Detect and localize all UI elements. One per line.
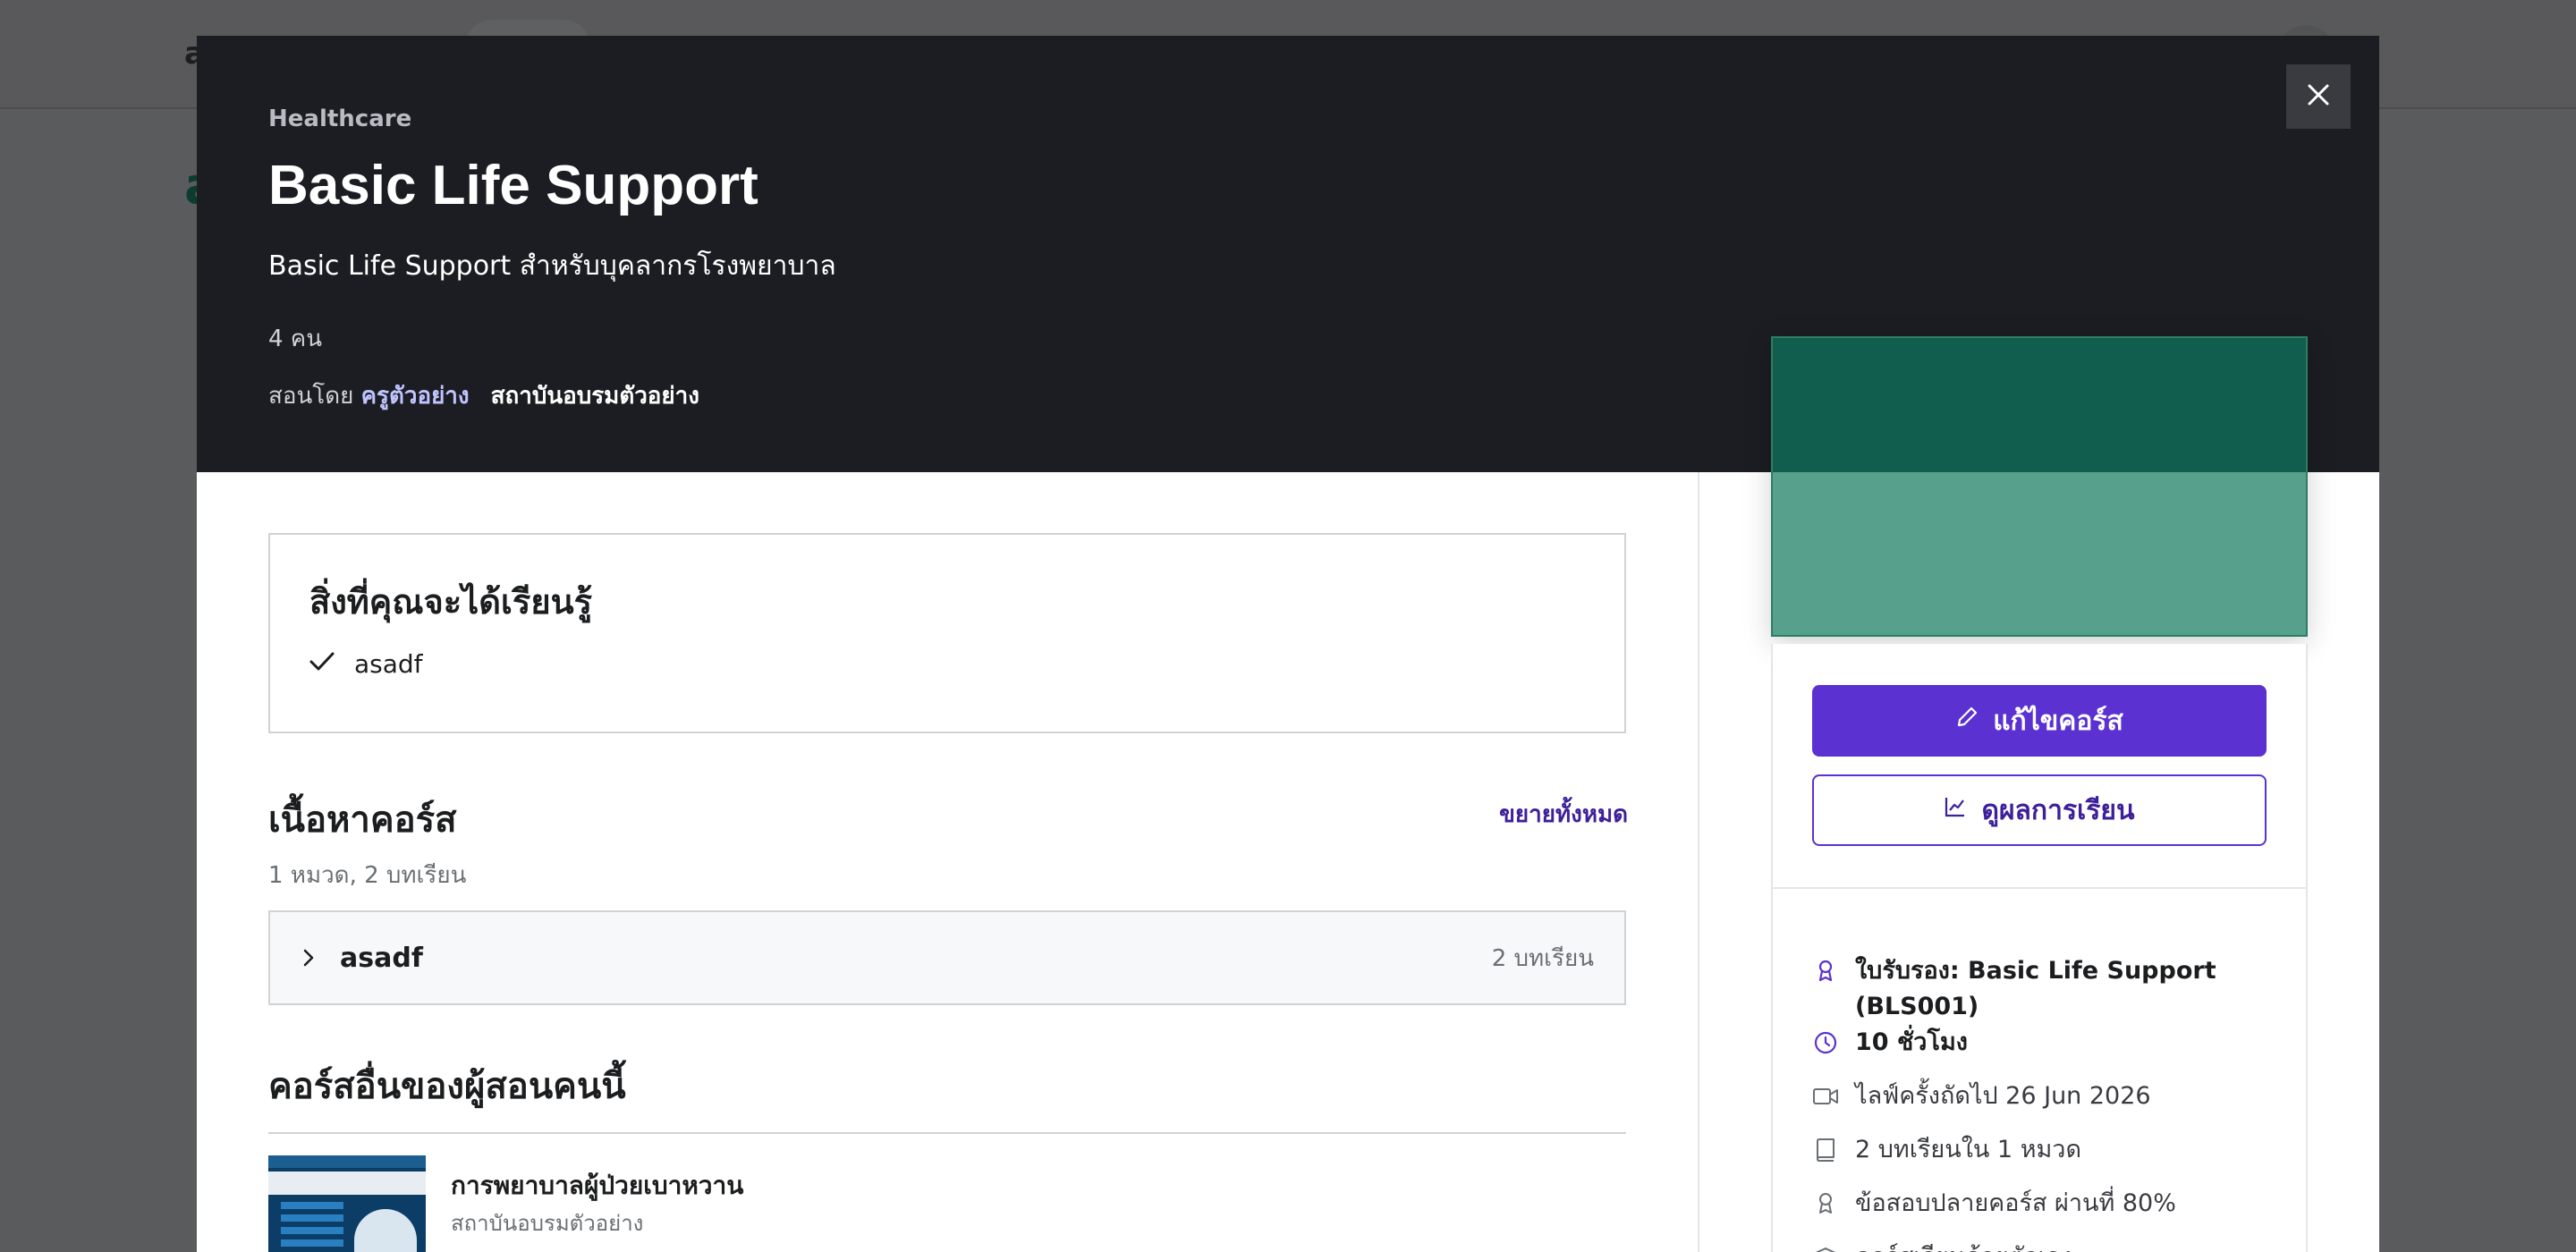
edit-course-button[interactable]: แก้ไขคอร์ส: [1812, 685, 2267, 757]
view-results-button[interactable]: ดูผลการเรียน: [1812, 774, 2267, 846]
curriculum-section[interactable]: asadf 2 บทเรียน: [268, 910, 1626, 1005]
other-course-card[interactable]: การพยาบาลผู้ป่วยเบาหวาน สถาบันอบรมตัวอย่…: [268, 1155, 1626, 1252]
course-category: Healthcare: [268, 106, 412, 132]
student-count: 4 คน: [268, 326, 322, 352]
section-name: asadf: [340, 942, 423, 974]
feature-text: ข้อสอบปลายคอร์ส ผ่านที่ 80%: [1855, 1189, 2176, 1217]
feature-text: ใบรับรอง: Basic Life Support (BLS001): [1855, 957, 2216, 1020]
institution-name: สถาบันอบรมตัวอย่าง: [490, 383, 699, 410]
course-title: Basic Life Support: [268, 155, 758, 216]
other-course-institution: สถาบันอบรมตัวอย่าง: [451, 1211, 644, 1236]
course-detail-modal: Healthcare Basic Life Support Basic Life…: [197, 36, 2379, 1252]
check-icon: [309, 649, 335, 679]
chart-line-icon: [1944, 795, 1967, 825]
clock-icon: [1812, 1025, 1839, 1061]
book-icon: [1812, 1132, 1839, 1168]
instructor-row: สอนโดย ครูตัวอย่าง สถาบันอบรมตัวอย่าง: [268, 377, 699, 414]
learn-item: asadf: [309, 649, 423, 679]
course-content-meta: 1 หมวด, 2 บทเรียน: [268, 862, 467, 889]
close-button[interactable]: [2286, 64, 2351, 129]
course-thumbnail: [268, 1155, 426, 1252]
feature-text: ไลฟ์ครั้งถัดไป 26 Jun 2026: [1855, 1082, 2151, 1110]
feature-lessons: 2 บทเรียนใน 1 หมวด: [1812, 1132, 2081, 1168]
what-you-will-learn: สิ่งที่คุณจะได้เรียนรู้ asadf: [268, 533, 1626, 733]
divider: [268, 1132, 1626, 1134]
course-cover-image: [1771, 336, 2308, 637]
section-lesson-count: 2 บทเรียน: [1491, 944, 1594, 972]
divider: [1773, 887, 2306, 889]
taught-by-label: สอนโดย: [268, 383, 354, 410]
view-results-label: ดูผลการเรียน: [1981, 795, 2135, 825]
edit-course-label: แก้ไขคอร์ส: [1993, 706, 2123, 736]
course-subtitle: Basic Life Support สำหรับบุคลากรโรงพยาบา…: [268, 250, 836, 282]
feature-duration: 10 ชั่วโมง: [1812, 1025, 1968, 1061]
feature-text: 2 บทเรียนใน 1 หมวด: [1855, 1136, 2081, 1163]
learn-title: สิ่งที่คุณจะได้เรียนรู้: [309, 582, 592, 622]
other-courses-title: คอร์สอื่นของผู้สอนคนนี้: [268, 1066, 626, 1107]
feature-final-exam: ข้อสอบปลายคอร์ส ผ่านที่ 80%: [1812, 1186, 2176, 1222]
close-icon: [2307, 83, 2330, 110]
feature-text: 10 ชั่วโมง: [1855, 1028, 1968, 1056]
award-icon: [1812, 953, 1839, 989]
feature-next-live: ไลฟ์ครั้งถัดไป 26 Jun 2026: [1812, 1079, 2151, 1114]
feature-self-paced: คอร์สเรียนด้วยตัวเอง: [1812, 1239, 2072, 1252]
award-icon: [1812, 1186, 1839, 1222]
sidebar-divider: [1698, 472, 1699, 1252]
other-course-name: การพยาบาลผู้ป่วยเบาหวาน: [451, 1171, 744, 1200]
pencil-icon: [1955, 706, 1979, 736]
expand-all-link[interactable]: ขยายทั้งหมด: [1494, 796, 1628, 833]
video-icon: [1812, 1079, 1839, 1114]
course-sidebar-card: แก้ไขคอร์ส ดูผลการเรียน ใบรับรอง: Basic …: [1771, 644, 2308, 1252]
chevron-right-icon: [302, 948, 320, 968]
instructor-link[interactable]: ครูตัวอย่าง: [361, 383, 470, 410]
learn-item-label: asadf: [354, 649, 423, 679]
graduation-cap-icon: [1812, 1239, 1839, 1252]
feature-text: คอร์สเรียนด้วยตัวเอง: [1855, 1239, 2072, 1252]
feature-certificate: ใบรับรอง: Basic Life Support (BLS001): [1812, 953, 2267, 1025]
course-content-title: เนื้อหาคอร์ส: [268, 799, 457, 841]
